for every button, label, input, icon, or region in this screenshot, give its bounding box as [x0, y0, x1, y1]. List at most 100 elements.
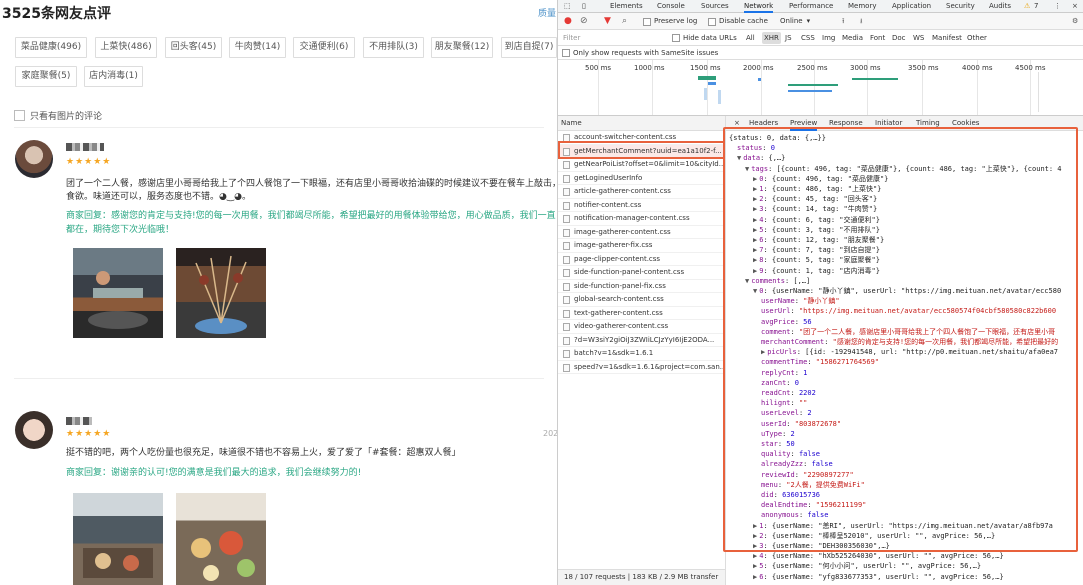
disable-cache-checkbox[interactable] [708, 17, 716, 26]
tab-console[interactable]: Console [657, 0, 685, 13]
file-icon [563, 363, 570, 372]
filter-type-font[interactable]: Font [868, 32, 887, 44]
record-icon[interactable]: ● [564, 13, 572, 30]
tab-network[interactable]: Network [744, 0, 774, 13]
username[interactable] [66, 417, 92, 425]
request-name: image-gatherer-content.css [574, 227, 671, 236]
import-icon[interactable]: ⭱ [842, 13, 844, 30]
request-row[interactable]: video-gatherer-content.css [558, 320, 725, 334]
tag-filter[interactable]: 家庭聚餐(5) [15, 66, 77, 87]
request-row[interactable]: getLoginedUserInfo [558, 172, 725, 185]
filter-type-css[interactable]: CSS [799, 32, 817, 44]
request-list: account-switcher-content.css getMerchant… [558, 131, 725, 567]
close-icon[interactable]: × [1072, 0, 1078, 13]
filter-type-ws[interactable]: WS [911, 32, 926, 44]
warning-icon[interactable]: ⚠ [1024, 0, 1030, 13]
preserve-log-toggle[interactable]: Preserve log [643, 13, 697, 30]
filter-type-doc[interactable]: Doc [890, 32, 908, 44]
inspect-icon[interactable]: ⬚ [564, 0, 571, 13]
tab-application[interactable]: Application [892, 0, 931, 13]
collapsed-triangle-icon[interactable]: ▶ [753, 562, 757, 570]
json-tree-line[interactable]: ▶ 4: {userName: "hXb525264030", userUrl: … [753, 551, 1004, 561]
review-photo[interactable] [176, 493, 266, 585]
tag-filter[interactable]: 不用排队(3) [363, 37, 424, 58]
more-icon[interactable]: ⋮ [1054, 0, 1061, 13]
table-photo [83, 548, 153, 578]
page-title: 3525条网友点评 [2, 6, 111, 22]
request-row[interactable]: side-function-panel-fix.css [558, 280, 725, 293]
json-tree-line[interactable]: ▶ 6: {userName: "yfg833677353", userUrl: … [753, 572, 1004, 582]
clear-icon[interactable]: ⊘ [580, 13, 588, 30]
filter-type-all[interactable]: All [744, 32, 757, 44]
request-row[interactable]: page-clipper-content.css [558, 253, 725, 266]
disable-cache-label: Disable cache [719, 17, 768, 25]
json-tree-line[interactable]: ▶ 5: {userName: "何小小问", userUrl: "", avgP… [753, 561, 981, 571]
filter-type-js[interactable]: JS [783, 32, 794, 44]
hide-data-urls-toggle[interactable]: Hide data URLs [670, 32, 739, 44]
device-icon[interactable]: ▯ [582, 0, 586, 13]
avatar[interactable] [15, 411, 53, 449]
export-icon[interactable]: ⭳ [860, 13, 862, 30]
filter-type-other[interactable]: Other [965, 32, 989, 44]
request-row[interactable]: global-search-content.css [558, 293, 725, 307]
filter-icon[interactable]: ▼ [604, 13, 611, 30]
pic-only-checkbox[interactable] [14, 110, 25, 121]
file-icon [563, 350, 570, 358]
filter-input[interactable]: Filter [561, 32, 666, 44]
request-row[interactable]: batch?v=1&sdk=1.6.1 [558, 347, 725, 361]
request-name: notification-manager-content.css [574, 214, 690, 222]
filter-type-xhr[interactable]: XHR [762, 32, 781, 44]
tab-elements[interactable]: Elements [610, 0, 643, 13]
disable-cache-toggle[interactable]: Disable cache [708, 13, 768, 30]
request-row[interactable]: image-gatherer-content.css [558, 226, 725, 239]
username[interactable] [66, 143, 104, 151]
tag-filter[interactable]: 牛肉赞(14) [229, 37, 286, 58]
tag-filter[interactable]: 上菜快(486) [95, 37, 157, 58]
settings-gear-icon[interactable]: ⚙ [1072, 13, 1078, 30]
tag-filter[interactable]: 回头客(45) [165, 37, 222, 58]
request-name: side-function-panel-content.css [574, 268, 685, 276]
file-icon [563, 255, 570, 264]
json-value: : {userName: "hXb525264030", userUrl: ""… [763, 552, 1004, 561]
request-row[interactable]: notification-manager-content.css [558, 212, 725, 226]
tag-filter[interactable]: 交通便利(6) [293, 37, 355, 58]
review-photo[interactable] [176, 248, 266, 338]
tag-filter[interactable]: 到店自提(7) [501, 37, 557, 58]
samesite-checkbox[interactable] [562, 48, 570, 57]
filter-type-media[interactable]: Media [840, 32, 865, 44]
network-timeline[interactable]: 500 ms 1000 ms 1500 ms 2000 ms 2500 ms 3… [558, 60, 1083, 116]
review-photo[interactable] [73, 493, 163, 585]
pic-only-filter[interactable]: 只看有图片的评论 [14, 109, 102, 122]
quality-link[interactable]: 质量 [538, 6, 556, 19]
request-list-header[interactable]: Name [558, 116, 725, 131]
tag-filter[interactable]: 店内消毒(1) [84, 66, 143, 87]
request-row[interactable]: image-gatherer-fix.css [558, 239, 725, 253]
request-name: page-clipper-content.css [574, 254, 661, 263]
request-row[interactable]: speed?v=1&sdk=1.6.1&project=com.san... [558, 361, 725, 374]
request-row[interactable]: ?d=W3siY2giOiJ3ZWIiLCJzYyI6IjE2ODA... [558, 334, 725, 347]
samesite-filter[interactable]: Only show requests with SameSite issues [558, 46, 1083, 60]
throttle-select[interactable]: Online ▾ [780, 13, 810, 30]
request-row[interactable]: article-gatherer-content.css [558, 185, 725, 199]
tab-memory[interactable]: Memory [848, 0, 876, 13]
request-row[interactable]: text-gatherer-content.css [558, 307, 725, 320]
collapsed-triangle-icon[interactable]: ▶ [753, 552, 757, 560]
tab-sources[interactable]: Sources [701, 0, 729, 13]
avatar[interactable] [15, 140, 53, 178]
review-text: 食欲。味道还可以，服务态度也不错。◕‿◕。 [66, 192, 251, 202]
request-row[interactable]: side-function-panel-content.css [558, 266, 725, 280]
filter-type-img[interactable]: Img [820, 32, 837, 44]
hide-data-urls-checkbox[interactable] [672, 34, 680, 42]
tag-filter[interactable]: 菜品健康(496) [15, 37, 87, 58]
filter-type-manifest[interactable]: Manifest [930, 32, 964, 44]
review-photo[interactable] [73, 248, 163, 338]
preserve-log-checkbox[interactable] [643, 17, 651, 26]
request-row[interactable]: getNearPoiList?offset=0&limit=10&cityId.… [558, 158, 725, 172]
tag-filter[interactable]: 朋友聚餐(12) [431, 37, 493, 58]
search-icon[interactable]: ⌕ [622, 13, 627, 30]
collapsed-triangle-icon[interactable]: ▶ [753, 573, 757, 581]
tab-security[interactable]: Security [946, 0, 975, 13]
tab-performance[interactable]: Performance [789, 0, 833, 13]
request-row[interactable]: notifier-content.css [558, 199, 725, 212]
tab-audits[interactable]: Audits [989, 0, 1011, 13]
